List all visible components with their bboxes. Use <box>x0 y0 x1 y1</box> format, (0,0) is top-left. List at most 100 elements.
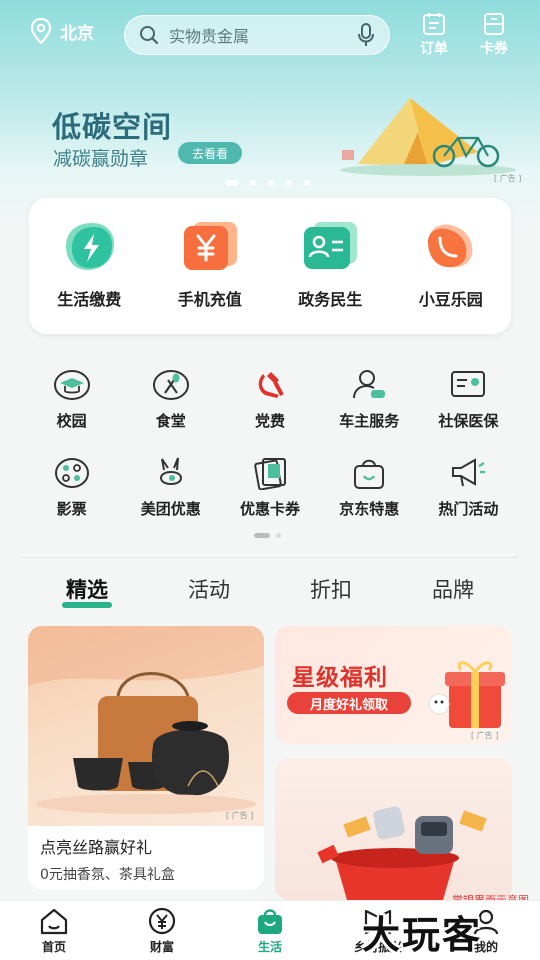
banner-carousel-dots <box>226 180 310 186</box>
grid-item-label: 食堂 <box>155 412 186 430</box>
cards-button[interactable]: 卡券 <box>472 12 516 58</box>
yuan-card-icon <box>183 222 237 270</box>
card-ad-tag: [ 广告 ] <box>471 731 499 740</box>
orders-icon <box>423 13 445 35</box>
grid-item-social-insurance[interactable]: 社保医保 <box>419 368 518 456</box>
tea-set-image: [ 广告 ] <box>28 626 264 826</box>
banner-ad-tag: [ 广告 ] <box>494 174 522 183</box>
grid-item-car-owner[interactable]: 车主服务 <box>320 368 419 456</box>
grid-item-jd[interactable]: 京东特惠 <box>320 456 419 544</box>
service-life-payment[interactable]: 生活缴费 <box>29 198 150 334</box>
location-pin-icon <box>30 18 52 44</box>
life-bag-icon <box>258 909 282 934</box>
page-dot <box>276 533 281 538</box>
tea-set-illustration <box>28 626 264 814</box>
rabbit-icon <box>159 457 182 485</box>
orders-button[interactable]: 订单 <box>412 12 456 58</box>
party-emblem-icon <box>258 372 284 398</box>
section-divider <box>22 557 518 558</box>
film-reel-icon <box>54 458 89 488</box>
tab-label: 品牌 <box>432 578 474 602</box>
service-government[interactable]: 政务民生 <box>270 198 391 334</box>
tab-featured[interactable]: 精选 <box>26 574 148 610</box>
grid-item-coupons[interactable]: 优惠卡券 <box>220 456 319 544</box>
grid-item-meituan[interactable]: 美团优惠 <box>121 456 220 544</box>
location-selector[interactable]: 北京 <box>30 18 94 44</box>
location-label: 北京 <box>60 23 94 44</box>
card-title: 点亮丝路赢好礼 <box>40 838 153 857</box>
carousel-dot <box>268 180 274 186</box>
grid-item-party-fee[interactable]: 党费 <box>220 368 319 456</box>
orders-label: 订单 <box>420 41 448 57</box>
grid-item-label: 校园 <box>56 412 87 430</box>
service-mobile-topup[interactable]: 手机充值 <box>150 198 271 334</box>
carousel-dot <box>286 180 292 186</box>
red-envelope-gifts-illustration <box>317 806 487 900</box>
megaphone-icon <box>452 458 486 487</box>
tab-label: 精选 <box>66 578 108 602</box>
nav-home[interactable]: 首页 <box>0 901 108 960</box>
grid-item-hot-events[interactable]: 热门活动 <box>419 456 518 544</box>
grid-item-label: 党费 <box>255 412 286 430</box>
grid-item-label: 京东特惠 <box>339 500 400 518</box>
card-ad-tag: [ 广告 ] <box>226 811 254 820</box>
tab-discounts[interactable]: 折扣 <box>270 574 392 610</box>
grid-item-label: 车主服务 <box>339 412 400 430</box>
category-tabs: 精选 活动 折扣 品牌 <box>26 574 514 610</box>
search-icon <box>140 26 159 45</box>
id-card-icon <box>304 222 358 269</box>
service-bean-park[interactable]: 小豆乐园 <box>391 198 512 334</box>
carousel-dot <box>304 180 310 186</box>
grid-item-label: 美团优惠 <box>140 500 201 518</box>
nav-life[interactable]: 生活 <box>216 901 324 960</box>
promo-card-gifts[interactable] <box>275 758 512 900</box>
grid-item-label: 社保医保 <box>438 412 499 430</box>
service-label: 手机充值 <box>177 290 242 309</box>
promo-card-silk-road[interactable]: [ 广告 ] 点亮丝路赢好礼 0元抽香氛、茶具礼盒 <box>28 626 264 890</box>
graduation-cap-icon <box>53 370 90 400</box>
banner-title: 低碳空间 <box>52 110 173 144</box>
fork-spoon-icon <box>152 370 189 400</box>
grid-page-indicator <box>254 533 281 538</box>
service-label: 小豆乐园 <box>418 290 483 309</box>
watermark-logo: 大玩客 <box>362 913 483 957</box>
tab-label: 折扣 <box>310 578 352 602</box>
coupon-icon <box>254 458 286 490</box>
banner-subtitle: 减碳赢勋章 <box>53 148 149 170</box>
main-services-card: 生活缴费 手机充值 政务民生 小豆乐园 <box>29 198 511 334</box>
carousel-dot <box>250 180 256 186</box>
bean-icon <box>427 224 473 268</box>
lightning-drop-icon <box>66 223 115 270</box>
gift-box-icon <box>428 661 505 728</box>
promo-banner[interactable]: 低碳空间 减碳赢勋章 去看看 [ 广告 ] <box>0 70 540 190</box>
tab-activities[interactable]: 活动 <box>148 574 270 610</box>
grid-item-canteen[interactable]: 食堂 <box>121 368 220 456</box>
service-grid: 校园 食堂 党费 车主服务 社保医保 影票 美团优惠 优惠卡券 京东特惠 热门活… <box>22 368 518 544</box>
card-subtitle: 0元抽香氛、茶具礼盒 <box>40 867 175 883</box>
card-voucher-icon <box>484 13 504 35</box>
promo-card-star-benefits[interactable]: 星级福利 月度好礼领取 [ 广告 ] <box>275 626 512 744</box>
nav-label: 财富 <box>149 940 174 954</box>
card-title: 星级福利 <box>292 665 388 691</box>
nav-label: 生活 <box>257 940 282 954</box>
tab-active-indicator <box>62 602 112 608</box>
grid-item-movie-tickets[interactable]: 影票 <box>22 456 121 544</box>
home-icon <box>40 908 68 935</box>
search-bar[interactable]: 实物贵金属 <box>124 15 390 55</box>
carousel-dot-active <box>226 180 238 186</box>
header: 北京 实物贵金属 订单 卡券 <box>0 0 540 68</box>
grid-item-label: 热门活动 <box>438 500 499 518</box>
cards-label: 卡券 <box>480 41 508 57</box>
car-owner-icon <box>353 370 386 399</box>
grid-item-label: 影票 <box>56 500 87 518</box>
insurance-card-icon <box>451 371 486 397</box>
grid-item-campus[interactable]: 校园 <box>22 368 121 456</box>
banner-go-button[interactable]: 去看看 <box>178 142 242 164</box>
shopping-bag-icon <box>354 459 385 489</box>
grid-item-label: 优惠卡券 <box>240 500 301 518</box>
nav-label: 首页 <box>41 940 66 954</box>
tab-brands[interactable]: 品牌 <box>392 574 514 610</box>
nav-wealth[interactable]: 财富 <box>108 901 216 960</box>
microphone-icon[interactable] <box>357 23 375 47</box>
service-label: 政务民生 <box>298 290 363 309</box>
